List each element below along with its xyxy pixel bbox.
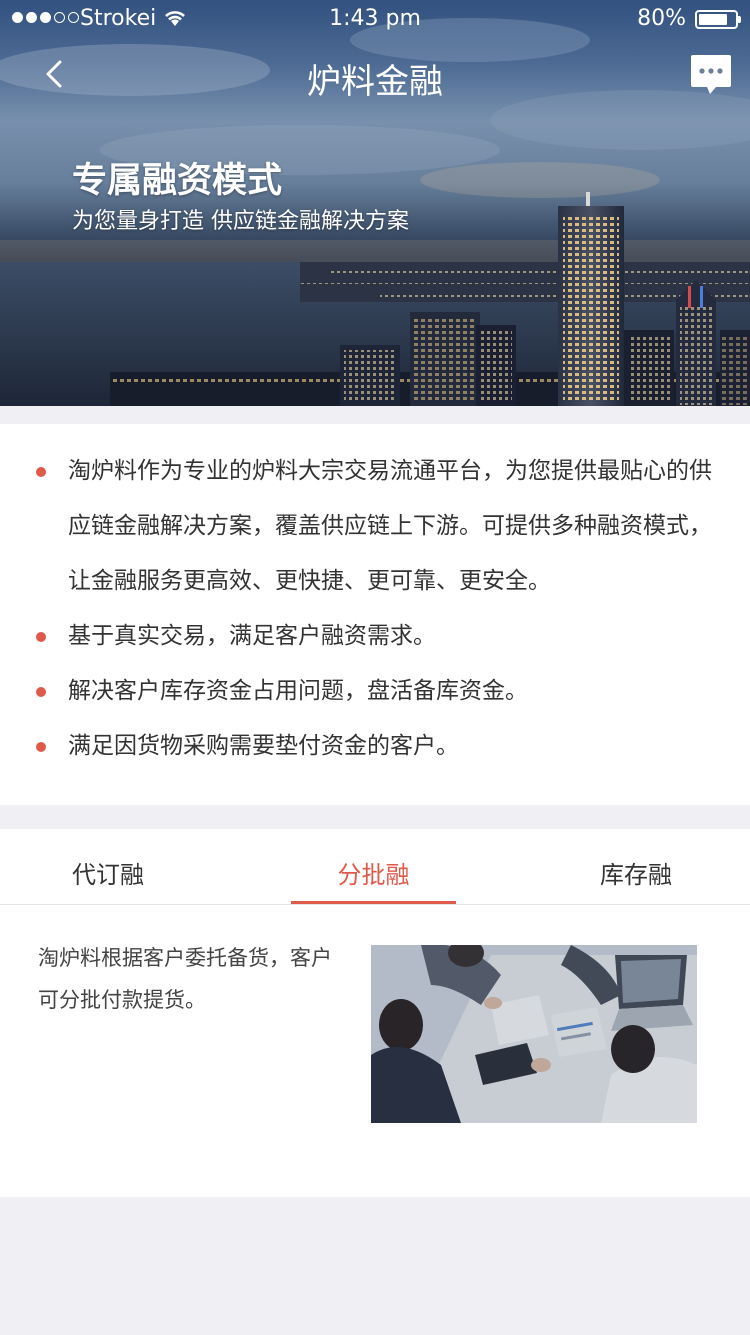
list-item-text: 满足因货物采购需要垫付资金的客户。 bbox=[68, 733, 459, 759]
tab-fenpirong[interactable]: 分批融 bbox=[291, 855, 456, 890]
feature-list: 淘炉料作为专业的炉料大宗交易流通平台，为您提供最贴心的供应链金融解决方案，覆盖供… bbox=[36, 444, 726, 774]
list-item-text: 解决客户库存资金占用问题，盘活备库资金。 bbox=[68, 678, 528, 704]
tab-kucunrong[interactable]: 库存融 bbox=[600, 855, 672, 890]
navigation-bar: 炉料金融 bbox=[0, 40, 750, 110]
list-item-text: 淘炉料作为专业的炉料大宗交易流通平台，为您提供最贴心的供应链金融解决方案，覆盖供… bbox=[68, 458, 712, 594]
tab-dingrong[interactable]: 代订融 bbox=[72, 855, 144, 890]
hero-banner: Strokei 1:43 pm 80% 炉料金融 专属融资模式 为您量身打造 供… bbox=[0, 0, 750, 406]
list-item: 淘炉料作为专业的炉料大宗交易流通平台，为您提供最贴心的供应链金融解决方案，覆盖供… bbox=[36, 444, 726, 609]
page-title: 炉料金融 bbox=[307, 62, 443, 102]
list-item-text: 基于真实交易，满足客户融资需求。 bbox=[68, 623, 436, 649]
tab-bar: 代订融 分批融 库存融 bbox=[0, 829, 750, 905]
hero-subheading: 为您量身打造 供应链金融解决方案 bbox=[72, 209, 409, 234]
tab-description: 淘炉料根据客户委托备货，客户可分批付款提货。 bbox=[38, 946, 332, 1012]
battery-icon bbox=[695, 10, 741, 29]
bullet-dot-icon bbox=[36, 467, 46, 477]
bullet-dot-icon bbox=[36, 687, 46, 697]
list-item: 基于真实交易，满足客户融资需求。 bbox=[36, 609, 726, 664]
chat-bubble-icon[interactable] bbox=[690, 53, 732, 95]
hero-heading: 专属融资模式 bbox=[72, 161, 283, 201]
financing-tabs-card: 代订融 分批融 库存融 淘炉料根据客户委托备货，客户可分批付款提货。 bbox=[0, 829, 750, 1197]
list-item: 满足因货物采购需要垫付资金的客户。 bbox=[36, 719, 726, 774]
bullet-dot-icon bbox=[36, 632, 46, 642]
status-bar: Strokei 1:43 pm 80% bbox=[0, 0, 750, 40]
battery-percentage: 80% bbox=[637, 6, 686, 31]
page: Strokei 1:43 pm 80% 炉料金融 专属融资模式 为您量身打造 供… bbox=[0, 0, 750, 1335]
business-meeting-image bbox=[371, 945, 697, 1123]
list-item: 解决客户库存资金占用问题，盘活备库资金。 bbox=[36, 664, 726, 719]
bullet-dot-icon bbox=[36, 742, 46, 752]
intro-card: 淘炉料作为专业的炉料大宗交易流通平台，为您提供最贴心的供应链金融解决方案，覆盖供… bbox=[0, 424, 750, 805]
active-tab-indicator bbox=[291, 901, 456, 904]
